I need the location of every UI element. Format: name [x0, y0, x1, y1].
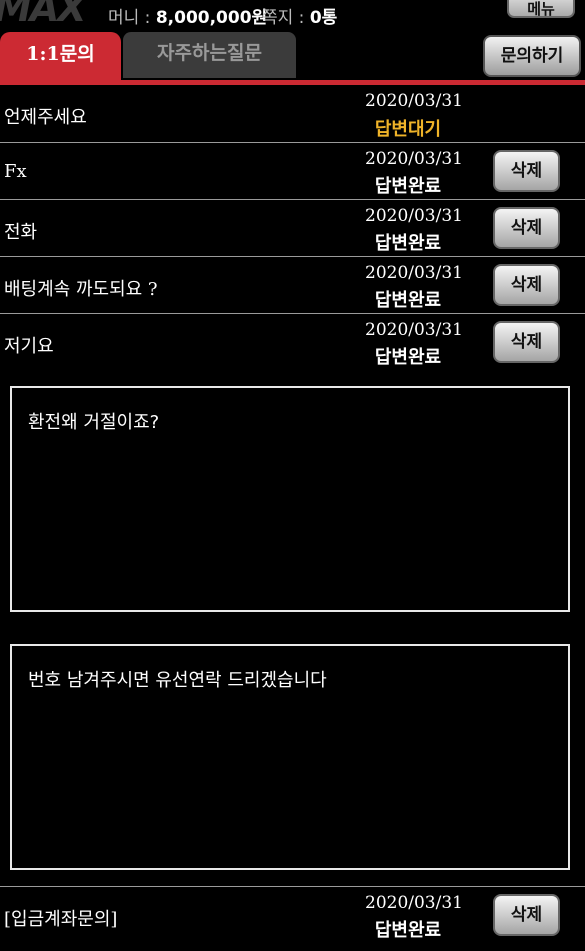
inquiry-date: 2020/03/31 [365, 320, 463, 340]
inquiry-row[interactable]: Fx 2020/03/31 답변완료 삭제 [0, 143, 585, 200]
delete-button[interactable]: 삭제 [493, 264, 560, 306]
inquiry-date: 2020/03/31 [365, 263, 463, 283]
delete-button[interactable]: 삭제 [493, 207, 560, 249]
top-bar: MAX 머니 : 8,000,000원 쪽지 : 0통 메뉴 [0, 0, 585, 30]
delete-button[interactable]: 삭제 [493, 321, 560, 363]
inquiry-status: 답변완료 [374, 233, 442, 254]
inquiry-subject[interactable]: 언제주세요 [4, 103, 87, 129]
inquiry-date: 2020/03/31 [365, 149, 463, 169]
inquiry-status: 답변완료 [374, 290, 442, 311]
message-value: 0통 [309, 8, 338, 28]
inquiry-subject[interactable]: Fx [4, 161, 27, 182]
inquiry-date: 2020/03/31 [365, 893, 463, 913]
new-inquiry-button[interactable]: 문의하기 [483, 35, 581, 77]
message-count-display: 쪽지 : 0통 [262, 3, 337, 28]
message-label: 쪽지 : [262, 8, 310, 28]
money-label: 머니 : [108, 8, 156, 28]
delete-button[interactable]: 삭제 [493, 894, 560, 936]
inquiry-status: 답변완료 [374, 920, 442, 941]
inquiry-subject[interactable]: [입금계좌문의] [4, 905, 117, 931]
inquiry-subject[interactable]: 배팅계속 까도되요 ? [4, 275, 158, 301]
delete-button[interactable]: 삭제 [493, 150, 560, 192]
answer-text: 번호 남겨주시면 유선연락 드리겠습니다 [28, 670, 327, 691]
money-value: 8,000,000원 [155, 8, 268, 28]
inquiry-date: 2020/03/31 [365, 206, 463, 226]
tab-faq[interactable]: 자주하는질문 [123, 32, 296, 78]
answer-content-box: 번호 남겨주시면 유선연락 드리겠습니다 [10, 644, 570, 870]
inquiry-status: 답변대기 [374, 119, 442, 140]
menu-button[interactable]: 메뉴 [507, 0, 575, 18]
question-content-box: 환전왜 거절이죠? [10, 386, 570, 612]
inquiry-row[interactable]: 전화 2020/03/31 답변완료 삭제 [0, 200, 585, 257]
question-text: 환전왜 거절이죠? [28, 412, 160, 433]
site-logo: MAX [0, 0, 87, 30]
tab-one-to-one-inquiry[interactable]: 1:1문의 [0, 32, 121, 80]
inquiry-subject[interactable]: 전화 [4, 218, 37, 244]
inquiry-row[interactable]: 언제주세요 2020/03/31 답변대기 [0, 85, 585, 143]
inquiry-status: 답변완료 [374, 347, 442, 368]
inquiry-date: 2020/03/31 [365, 91, 463, 111]
inquiry-row[interactable]: 배팅계속 까도되요 ? 2020/03/31 답변완료 삭제 [0, 257, 585, 314]
money-display: 머니 : 8,000,000원 [108, 3, 267, 28]
inquiry-status: 답변완료 [374, 176, 442, 197]
tab-bar: 1:1문의 자주하는질문 문의하기 [0, 30, 585, 82]
inquiry-row-expanded[interactable]: 저기요 2020/03/31 답변완료 삭제 [0, 314, 585, 372]
inquiry-row[interactable]: [입금계좌문의] 2020/03/31 답변완료 삭제 [0, 886, 585, 951]
inquiry-subject[interactable]: 저기요 [4, 332, 54, 358]
